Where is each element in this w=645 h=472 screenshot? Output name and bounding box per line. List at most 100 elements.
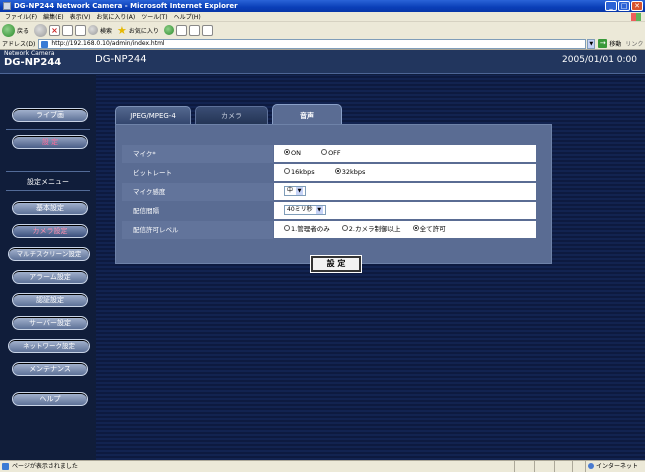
stop-icon[interactable]: × xyxy=(49,24,61,36)
permission-camera-label: 2.カメラ制御以上 xyxy=(348,225,401,233)
links-label[interactable]: リンク xyxy=(625,39,643,48)
address-input[interactable]: http://192.168.0.10/admin/index.html xyxy=(38,38,587,49)
chevron-down-icon[interactable]: ▼ xyxy=(296,187,304,195)
address-url: http://192.168.0.10/admin/index.html xyxy=(51,39,165,47)
mic-sensitivity-select[interactable]: 中 ▼ xyxy=(284,186,307,196)
forward-arrow-icon[interactable] xyxy=(34,23,48,37)
radio-icon[interactable] xyxy=(321,149,328,155)
sidebar-item-auth[interactable]: 認証設定 xyxy=(12,293,88,307)
status-text: ページが表示されました xyxy=(12,463,78,470)
tab-audio[interactable]: 音声 xyxy=(272,104,342,124)
permission-label: 配信許可レベル xyxy=(122,221,273,239)
home-icon[interactable] xyxy=(75,24,87,36)
interval-field: 40ミリ秒 ▼ xyxy=(274,202,536,219)
menu-tools[interactable]: ツール(T) xyxy=(138,12,170,21)
status-divider xyxy=(554,461,555,472)
favorites-button-label[interactable]: お気に入り xyxy=(129,26,159,35)
tab-camera[interactable]: カメラ xyxy=(195,106,268,124)
search-icon[interactable] xyxy=(88,25,99,35)
close-button[interactable]: ✕ xyxy=(631,1,643,11)
sidebar-item-alarm[interactable]: アラーム設定 xyxy=(12,270,88,284)
sidebar-item-network[interactable]: ネットワーク設定 xyxy=(8,339,90,353)
interval-label: 配信間隔 xyxy=(122,202,273,220)
mic-on-option[interactable]: ON xyxy=(284,145,301,162)
menu-edit[interactable]: 編集(E) xyxy=(40,12,66,21)
sidebar: ライブ画 設 定 設定メニュー 基本設定 カメラ設定 マルチスクリーン設定 アラ… xyxy=(0,75,96,460)
bitrate-16-label: 16kbps xyxy=(291,168,315,176)
status-bar: ページが表示されました インターネット xyxy=(0,460,645,472)
menu-help[interactable]: ヘルプ(H) xyxy=(171,12,204,21)
back-arrow-icon[interactable] xyxy=(2,23,15,37)
page-title: DG-NP244 xyxy=(95,54,147,65)
form-row-interval: 配信間隔 40ミリ秒 ▼ xyxy=(122,202,545,220)
form-row-mic-sensitivity: マイク感度 中 ▼ xyxy=(122,183,545,201)
menu-bar: ファイル(F) 編集(E) 表示(V) お気に入り(A) ツール(T) ヘルプ(… xyxy=(0,12,645,22)
bitrate-32-option[interactable]: 32kbps xyxy=(334,164,366,181)
sidebar-item-maintenance[interactable]: メンテナンス xyxy=(12,362,88,376)
mic-on-label: ON xyxy=(291,149,301,157)
go-button[interactable]: → 移動 xyxy=(598,39,621,48)
mic-off-label: OFF xyxy=(328,149,341,157)
setting-button[interactable]: 設 定 xyxy=(12,135,88,149)
sidebar-item-help[interactable]: ヘルプ xyxy=(12,392,88,406)
interval-select[interactable]: 40ミリ秒 ▼ xyxy=(284,205,326,215)
settings-menu-label: 設定メニュー xyxy=(27,178,69,186)
sidebar-item-server[interactable]: サーバー設定 xyxy=(12,316,88,330)
form-row-permission: 配信許可レベル 1.管理者のみ 2.カメラ制御以上 全て許可 xyxy=(122,221,545,239)
ie-app-icon xyxy=(3,2,11,10)
bitrate-16-option[interactable]: 16kbps xyxy=(284,164,315,181)
permission-camera-option[interactable]: 2.カメラ制御以上 xyxy=(341,221,401,238)
sidebar-divider xyxy=(6,171,90,172)
page-icon xyxy=(41,40,49,48)
radio-icon[interactable] xyxy=(284,149,290,155)
sidebar-item-basic[interactable]: 基本設定 xyxy=(12,201,88,215)
sidebar-divider xyxy=(6,190,90,191)
search-button-label[interactable]: 検索 xyxy=(100,26,112,35)
mail-icon[interactable] xyxy=(175,24,187,36)
live-view-button[interactable]: ライブ画 xyxy=(12,108,88,122)
sidebar-item-multiscreen[interactable]: マルチスクリーン設定 xyxy=(8,247,90,261)
status-divider xyxy=(534,461,535,472)
go-label: 移動 xyxy=(609,41,622,48)
address-dropdown-button[interactable]: ▼ xyxy=(587,38,596,49)
menu-view[interactable]: 表示(V) xyxy=(67,12,94,21)
chevron-down-icon[interactable]: ▼ xyxy=(315,206,323,214)
media-icon[interactable] xyxy=(163,25,174,35)
back-button-label[interactable]: 戻る xyxy=(17,26,29,35)
print-icon[interactable] xyxy=(188,24,200,36)
brand-model: DG-NP244 xyxy=(4,57,62,68)
permission-admin-option[interactable]: 1.管理者のみ xyxy=(284,221,330,238)
edit-icon[interactable] xyxy=(201,24,213,36)
browser-window: DG-NP244 Network Camera - Microsoft Inte… xyxy=(0,0,645,472)
permission-all-option[interactable]: 全て許可 xyxy=(412,221,446,238)
radio-icon[interactable] xyxy=(412,225,419,231)
go-arrow-icon: → xyxy=(598,39,608,48)
security-zone: インターネット xyxy=(585,461,645,472)
sidebar-item-camera[interactable]: カメラ設定 xyxy=(12,224,88,238)
menu-favorites[interactable]: お気に入り(A) xyxy=(93,12,138,21)
address-label: アドレス(D) xyxy=(2,41,36,48)
permission-all-label: 全て許可 xyxy=(419,225,446,233)
favorites-star-icon[interactable]: ★ xyxy=(117,25,127,36)
status-divider xyxy=(514,461,515,472)
form-row-mic: マイク* ON OFF xyxy=(122,145,545,163)
radio-icon[interactable] xyxy=(284,168,290,174)
tab-jpeg-mpeg4[interactable]: JPEG/MPEG-4 xyxy=(115,106,191,124)
bitrate-label: ビットレート xyxy=(122,164,273,182)
status-divider xyxy=(572,461,573,472)
sidebar-divider xyxy=(6,129,90,130)
menu-file[interactable]: ファイル(F) xyxy=(2,12,40,21)
radio-icon[interactable] xyxy=(341,225,348,231)
form-row-bitrate: ビットレート 16kbps 32kbps xyxy=(122,164,545,182)
permission-options: 1.管理者のみ 2.カメラ制御以上 全て許可 xyxy=(274,221,536,238)
maximize-button[interactable]: □ xyxy=(618,1,630,11)
bitrate-32-label: 32kbps xyxy=(341,168,366,176)
mic-off-option[interactable]: OFF xyxy=(321,145,341,162)
address-bar: アドレス(D) http://192.168.0.10/admin/index.… xyxy=(0,38,645,50)
toolbar: 戻る × 検索 ★ お気に入り xyxy=(0,22,645,38)
radio-icon[interactable] xyxy=(284,225,290,231)
refresh-icon[interactable] xyxy=(62,24,74,36)
minimize-button[interactable]: _ xyxy=(605,1,617,11)
radio-icon[interactable] xyxy=(334,168,341,174)
submit-setting-button[interactable]: 設 定 xyxy=(310,255,362,273)
